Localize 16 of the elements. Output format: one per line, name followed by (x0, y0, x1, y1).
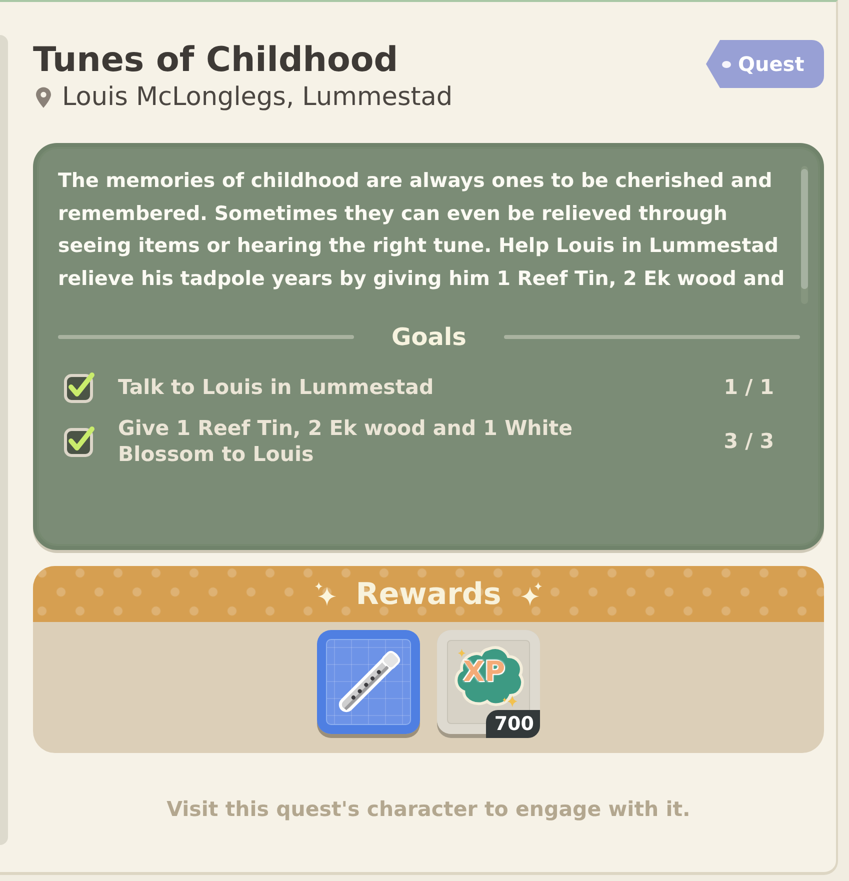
goal-text: Give 1 Reef Tin, 2 Ek wood and 1 White Blossom to Louis (118, 415, 574, 467)
quest-description: The memories of childhood are always ones to be cherished and remembered. Sometimes they can even be relieved through seeing items or hearing the right tune. Help Louis in Lummestad relieve his tadpole years by giving him 1 Reef Tin, 2 Ek wood and (58, 168, 786, 292)
reward-tile[interactable] (317, 630, 420, 734)
dot-icon (722, 60, 731, 68)
location-pin-icon (36, 86, 51, 108)
goal-text: Talk to Louis in Lummestad (118, 374, 434, 400)
tag-label: Quest (738, 52, 804, 76)
footer-hint: Visit this quest's character to engage with it. (166, 797, 692, 821)
rewards-title: Rewards (356, 576, 502, 612)
count-badge: 700 (486, 710, 540, 738)
xp-label: XP (463, 656, 506, 688)
goal-progress: 1 / 1 (724, 375, 774, 399)
quest-title: Tunes of Childhood (33, 40, 400, 80)
quest-location: Louis McLonglegs, Lummestad (62, 82, 453, 112)
goals-heading: Goals (390, 323, 468, 351)
goal-progress: 3 / 3 (724, 429, 774, 453)
